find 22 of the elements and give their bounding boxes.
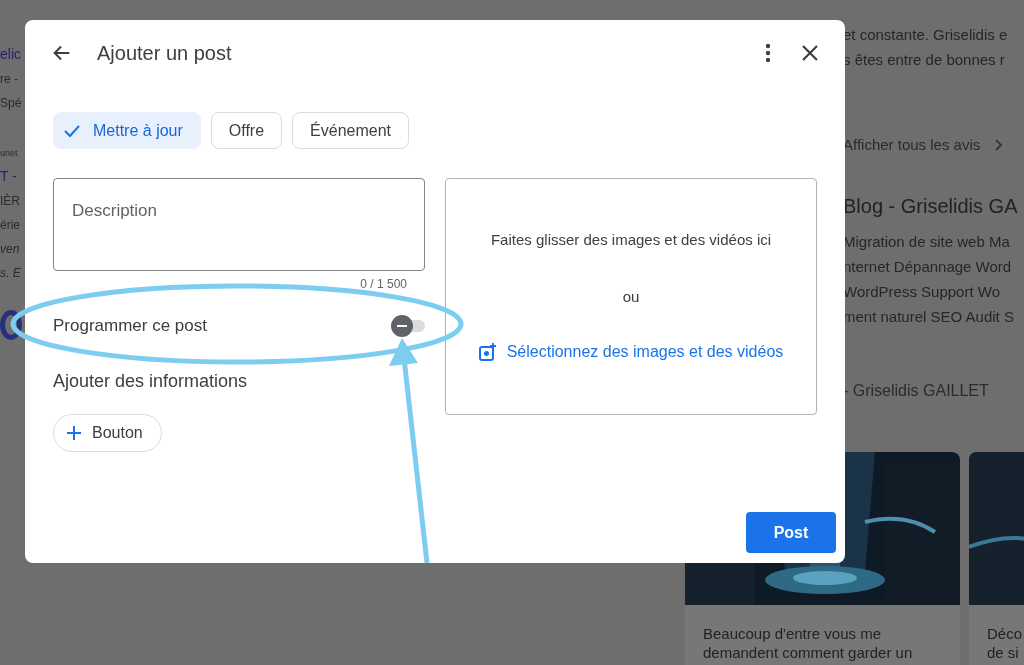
dialog-title: Ajouter un post	[97, 41, 232, 65]
page-text: ven	[0, 242, 20, 256]
card-text: de si	[987, 644, 1020, 661]
author-text: - Griselidis GAILLET	[843, 382, 990, 400]
page-text: érie	[0, 218, 20, 232]
dropzone-hint: Faites glisser des images et des vidéos ici	[490, 231, 772, 248]
section-heading: Ajouter des informations	[53, 371, 249, 392]
blog-text: Migration de site web Ma	[843, 232, 1011, 251]
card-text: Beaucoup d'entre vous me	[703, 625, 882, 642]
page-text: unet	[0, 148, 18, 158]
page-text: T -	[0, 168, 17, 184]
page-text: IÈR	[0, 194, 20, 208]
card-text: demandent comment garder un	[703, 644, 914, 661]
page-text: s. E	[0, 266, 21, 280]
page-text: re -	[0, 72, 18, 86]
blog-text: WordPress Support Wo	[843, 282, 1001, 301]
schedule-label: Programmer ce post	[53, 316, 207, 336]
character-counter: 0 / 1 500	[360, 277, 407, 291]
page-text: elic	[0, 46, 21, 62]
page-text: Spé	[0, 96, 22, 110]
card-text: Déco	[987, 625, 1024, 642]
or-text: ou	[622, 288, 640, 305]
